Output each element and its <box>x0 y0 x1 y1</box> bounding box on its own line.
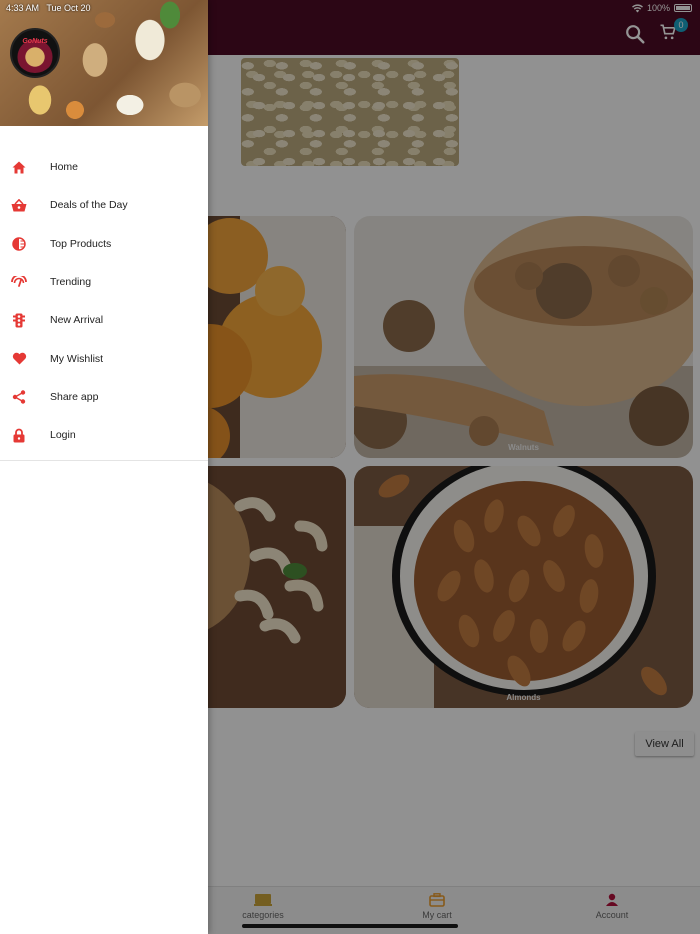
drawer-item-label: Home <box>50 161 79 174</box>
status-time: 4:33 AM <box>6 3 40 13</box>
drawer-item-label: Top Products <box>50 237 112 250</box>
drawer-item-label: New Arrival <box>50 314 104 327</box>
home-icon <box>11 159 27 175</box>
drawer-item-deals[interactable]: Deals of the Day <box>0 186 208 224</box>
traffic-light-icon <box>11 312 27 328</box>
drawer-item-label: Deals of the Day <box>50 199 128 212</box>
share-icon <box>11 389 27 405</box>
logo-text: GoNuts <box>22 38 48 45</box>
status-date: Tue Oct 20 <box>46 3 91 13</box>
drawer-item-top-products[interactable]: Top Products <box>0 225 208 263</box>
drawer-menu: Home Deals of the Day Top Products Trend… <box>0 148 208 454</box>
brand-logo: GoNuts <box>10 28 60 78</box>
status-bar-left: 4:33 AM Tue Oct 20 <box>6 3 91 13</box>
trending-icon <box>11 274 27 290</box>
drawer-item-wishlist[interactable]: My Wishlist <box>0 339 208 377</box>
drawer-item-home[interactable]: Home <box>0 148 208 186</box>
navigation-drawer: 4:33 AM Tue Oct 20 GoNuts Home Deals of … <box>0 0 208 934</box>
drawer-header: 4:33 AM Tue Oct 20 GoNuts <box>0 0 208 126</box>
basket-icon <box>11 197 27 213</box>
drawer-item-share[interactable]: Share app <box>0 378 208 416</box>
drawer-item-trending[interactable]: Trending <box>0 263 208 301</box>
drawer-item-label: Trending <box>50 276 92 289</box>
top-products-icon <box>11 236 27 252</box>
drawer-item-label: Login <box>50 429 76 442</box>
drawer-item-label: Share app <box>50 390 99 403</box>
lock-icon <box>11 427 27 443</box>
drawer-item-new-arrival[interactable]: New Arrival <box>0 301 208 339</box>
heart-icon <box>11 351 27 367</box>
drawer-divider <box>0 460 208 462</box>
drawer-item-label: My Wishlist <box>50 352 104 365</box>
drawer-item-login[interactable]: Login <box>0 416 208 454</box>
